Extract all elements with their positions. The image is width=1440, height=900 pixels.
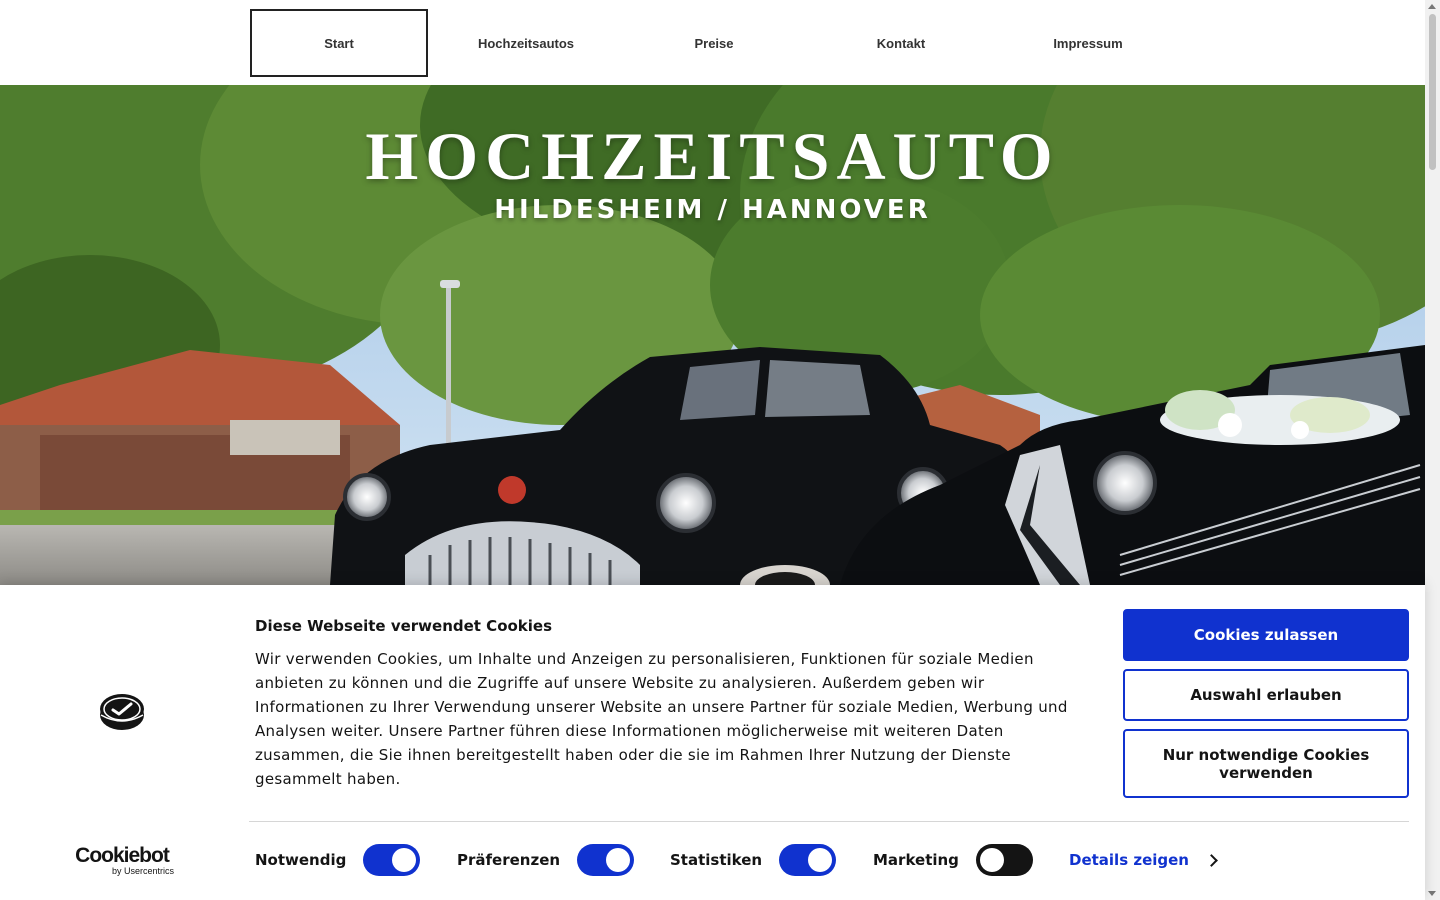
nav-item-start[interactable]: Start <box>250 9 428 77</box>
details-link[interactable]: Details zeigen <box>1069 851 1218 869</box>
toggle-knob <box>808 848 833 872</box>
nav-item-impressum[interactable]: Impressum <box>999 9 1177 77</box>
cookiebot-brand-logo: Cookiebot by Usercentrics <box>70 844 174 877</box>
details-link-label[interactable]: Details zeigen <box>1069 851 1189 869</box>
nav-item-kontakt[interactable]: Kontakt <box>812 9 990 77</box>
nav-item-hochzeitsautos[interactable]: Hochzeitsautos <box>437 9 615 77</box>
cookie-consent-banner: Diese Webseite verwendet Cookies Wir ver… <box>0 585 1425 900</box>
page-scrollbar[interactable] <box>1425 0 1440 900</box>
allow-all-cookies-button[interactable]: Cookies zulassen <box>1123 609 1409 661</box>
cookiebot-brand-name: Cookiebot <box>75 844 170 867</box>
toggle-statistiken[interactable] <box>779 844 837 876</box>
top-navigation: Start Hochzeitsautos Preise Kontakt Impr… <box>0 0 1425 85</box>
toggle-group-statistiken: Statistiken <box>670 844 837 876</box>
toggle-notwendig[interactable] <box>363 844 421 876</box>
chevron-right-icon <box>1205 853 1218 867</box>
necessary-cookies-only-button[interactable]: Nur notwendige Cookies verwenden <box>1123 729 1409 798</box>
hero-banner: HOCHZEITSAUTO HILDESHEIM / HANNOVER <box>0 85 1425 585</box>
toggle-knob <box>606 848 631 872</box>
hero-title: HOCHZEITSAUTO <box>365 118 1060 194</box>
toggle-label-marketing: Marketing <box>873 851 959 869</box>
scroll-down-icon[interactable] <box>1428 891 1436 896</box>
toggle-label-notwendig: Notwendig <box>255 851 347 869</box>
toggle-knob <box>979 848 1004 872</box>
cookiebot-brand-sub: by Usercentrics <box>111 866 174 876</box>
toggle-marketing[interactable] <box>975 844 1033 876</box>
banner-divider <box>249 821 1409 822</box>
allow-selection-button[interactable]: Auswahl erlauben <box>1123 669 1409 721</box>
toggle-praeferenzen[interactable] <box>577 844 635 876</box>
toggle-knob <box>392 848 417 872</box>
toggle-group-marketing: Marketing <box>873 844 1033 876</box>
toggle-label-statistiken: Statistiken <box>670 851 763 869</box>
cookie-banner-description: Wir verwenden Cookies, um Inhalte und An… <box>255 650 1068 788</box>
scroll-up-icon[interactable] <box>1428 4 1436 9</box>
toggle-label-praeferenzen: Präferenzen <box>457 851 561 869</box>
nav-item-preise[interactable]: Preise <box>625 9 803 77</box>
scrollbar-thumb[interactable] <box>1429 14 1436 170</box>
cookie-banner-title: Diese Webseite verwendet Cookies <box>255 617 553 635</box>
toggle-group-praeferenzen: Präferenzen <box>457 844 635 876</box>
toggle-group-notwendig: Notwendig <box>255 844 421 876</box>
cookiebot-logo-icon <box>100 694 144 730</box>
hero-subtitle: HILDESHEIM / HANNOVER <box>494 195 931 225</box>
